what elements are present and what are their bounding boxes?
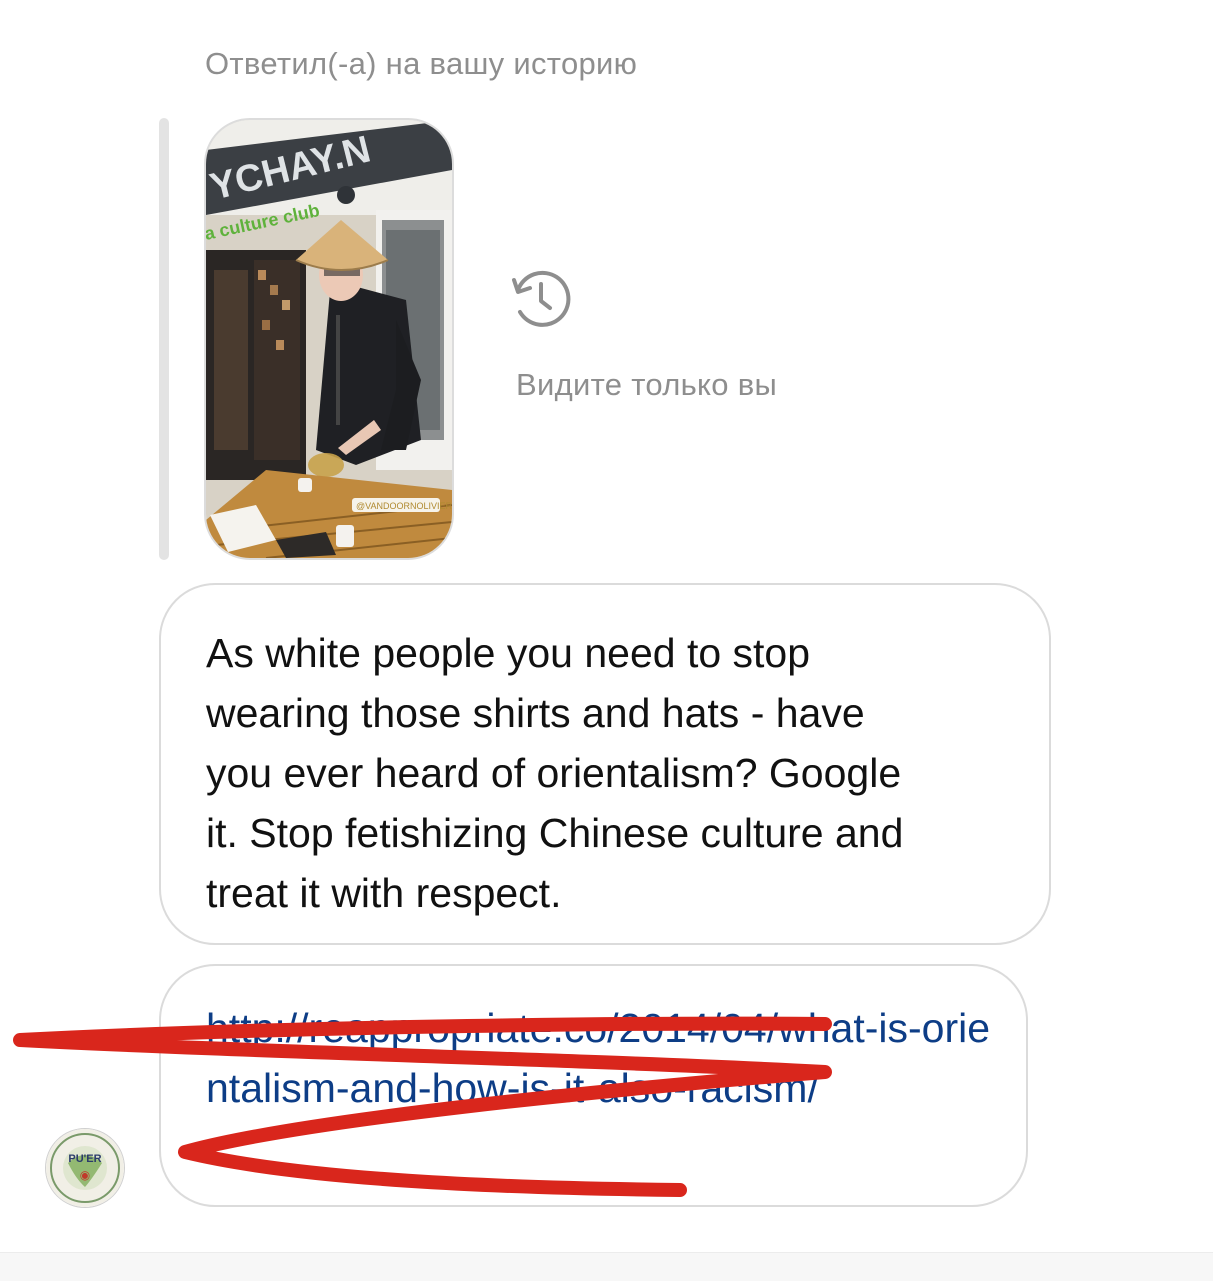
story-photo-thumbnail-icon: YCHAY.N a culture club @VANDOORNOLIVIER xyxy=(206,120,452,558)
puer-logo-avatar-icon: PU'ER ◉ xyxy=(46,1129,124,1207)
story-thumbnail[interactable]: YCHAY.N a culture club @VANDOORNOLIVIER xyxy=(204,118,454,560)
reply-context-label: Ответил(-а) на вашу историю xyxy=(205,46,638,81)
avatar-logo-text: PU'ER xyxy=(68,1153,101,1165)
message-link[interactable]: http://reappropriate.co/2014/04/what-is-… xyxy=(206,998,996,1118)
history-clock-icon xyxy=(512,270,571,327)
avatar[interactable]: PU'ER ◉ xyxy=(45,1128,125,1208)
only-you-see-label: Видите только вы xyxy=(516,367,778,402)
message-text: As white people you need to stop wearing… xyxy=(206,630,904,916)
story-tag-text: @VANDOORNOLIVIER xyxy=(356,501,452,511)
svg-text:◉: ◉ xyxy=(80,1168,90,1182)
reply-quote-bar xyxy=(159,118,169,560)
message-bubble-text[interactable]: As white people you need to stop wearing… xyxy=(159,583,1051,945)
message-bubble-link[interactable]: http://reappropriate.co/2014/04/what-is-… xyxy=(159,964,1028,1207)
bottom-divider xyxy=(0,1252,1213,1281)
